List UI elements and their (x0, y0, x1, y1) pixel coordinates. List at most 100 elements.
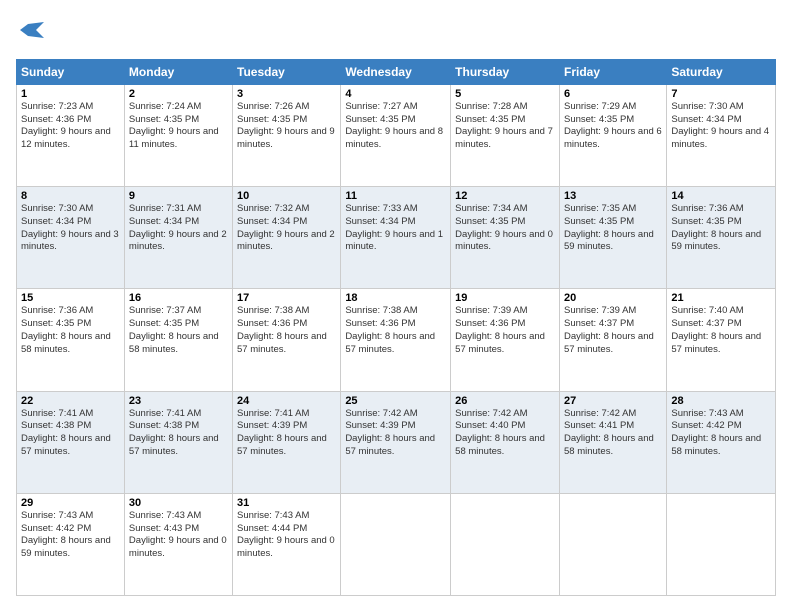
calendar-header-row: SundayMondayTuesdayWednesdayThursdayFrid… (17, 59, 776, 84)
calendar-cell (667, 493, 776, 595)
calendar-week-row: 8 Sunrise: 7:30 AM Sunset: 4:34 PM Dayli… (17, 187, 776, 289)
calendar-cell: 31 Sunrise: 7:43 AM Sunset: 4:44 PM Dayl… (233, 493, 341, 595)
day-number: 21 (671, 292, 771, 304)
day-info: Sunrise: 7:43 AM Sunset: 4:42 PM Dayligh… (21, 510, 120, 561)
day-number: 11 (345, 190, 446, 202)
calendar-cell: 10 Sunrise: 7:32 AM Sunset: 4:34 PM Dayl… (233, 187, 341, 289)
calendar-cell: 16 Sunrise: 7:37 AM Sunset: 4:35 PM Dayl… (124, 289, 232, 391)
day-info: Sunrise: 7:41 AM Sunset: 4:38 PM Dayligh… (21, 408, 120, 459)
day-number: 22 (21, 395, 120, 407)
day-info: Sunrise: 7:43 AM Sunset: 4:43 PM Dayligh… (129, 510, 228, 561)
day-number: 16 (129, 292, 228, 304)
day-info: Sunrise: 7:40 AM Sunset: 4:37 PM Dayligh… (671, 305, 771, 356)
calendar-cell: 21 Sunrise: 7:40 AM Sunset: 4:37 PM Dayl… (667, 289, 776, 391)
calendar-week-row: 22 Sunrise: 7:41 AM Sunset: 4:38 PM Dayl… (17, 391, 776, 493)
day-number: 13 (564, 190, 662, 202)
day-number: 18 (345, 292, 446, 304)
day-number: 26 (455, 395, 555, 407)
day-number: 14 (671, 190, 771, 202)
day-info: Sunrise: 7:43 AM Sunset: 4:42 PM Dayligh… (671, 408, 771, 459)
day-number: 27 (564, 395, 662, 407)
day-number: 20 (564, 292, 662, 304)
day-of-week-sunday: Sunday (17, 59, 125, 84)
day-number: 17 (237, 292, 336, 304)
calendar-cell: 8 Sunrise: 7:30 AM Sunset: 4:34 PM Dayli… (17, 187, 125, 289)
day-info: Sunrise: 7:27 AM Sunset: 4:35 PM Dayligh… (345, 101, 446, 152)
day-number: 1 (21, 88, 120, 100)
calendar-cell: 15 Sunrise: 7:36 AM Sunset: 4:35 PM Dayl… (17, 289, 125, 391)
day-info: Sunrise: 7:41 AM Sunset: 4:39 PM Dayligh… (237, 408, 336, 459)
day-info: Sunrise: 7:41 AM Sunset: 4:38 PM Dayligh… (129, 408, 228, 459)
day-number: 24 (237, 395, 336, 407)
day-info: Sunrise: 7:39 AM Sunset: 4:36 PM Dayligh… (455, 305, 555, 356)
day-info: Sunrise: 7:43 AM Sunset: 4:44 PM Dayligh… (237, 510, 336, 561)
day-info: Sunrise: 7:39 AM Sunset: 4:37 PM Dayligh… (564, 305, 662, 356)
day-info: Sunrise: 7:34 AM Sunset: 4:35 PM Dayligh… (455, 203, 555, 254)
calendar-cell: 12 Sunrise: 7:34 AM Sunset: 4:35 PM Dayl… (451, 187, 560, 289)
calendar-cell: 28 Sunrise: 7:43 AM Sunset: 4:42 PM Dayl… (667, 391, 776, 493)
day-info: Sunrise: 7:38 AM Sunset: 4:36 PM Dayligh… (345, 305, 446, 356)
calendar-week-row: 1 Sunrise: 7:23 AM Sunset: 4:36 PM Dayli… (17, 84, 776, 186)
calendar-cell: 9 Sunrise: 7:31 AM Sunset: 4:34 PM Dayli… (124, 187, 232, 289)
day-info: Sunrise: 7:30 AM Sunset: 4:34 PM Dayligh… (21, 203, 120, 254)
day-info: Sunrise: 7:33 AM Sunset: 4:34 PM Dayligh… (345, 203, 446, 254)
logo (16, 16, 46, 49)
day-number: 25 (345, 395, 446, 407)
day-number: 19 (455, 292, 555, 304)
day-number: 29 (21, 497, 120, 509)
day-info: Sunrise: 7:37 AM Sunset: 4:35 PM Dayligh… (129, 305, 228, 356)
logo-bird-icon (18, 16, 46, 44)
calendar-cell (559, 493, 666, 595)
day-number: 4 (345, 88, 446, 100)
calendar-cell: 7 Sunrise: 7:30 AM Sunset: 4:34 PM Dayli… (667, 84, 776, 186)
calendar-cell: 6 Sunrise: 7:29 AM Sunset: 4:35 PM Dayli… (559, 84, 666, 186)
day-info: Sunrise: 7:31 AM Sunset: 4:34 PM Dayligh… (129, 203, 228, 254)
calendar-week-row: 29 Sunrise: 7:43 AM Sunset: 4:42 PM Dayl… (17, 493, 776, 595)
calendar-cell: 14 Sunrise: 7:36 AM Sunset: 4:35 PM Dayl… (667, 187, 776, 289)
calendar-cell: 27 Sunrise: 7:42 AM Sunset: 4:41 PM Dayl… (559, 391, 666, 493)
day-number: 15 (21, 292, 120, 304)
day-info: Sunrise: 7:24 AM Sunset: 4:35 PM Dayligh… (129, 101, 228, 152)
calendar-cell: 5 Sunrise: 7:28 AM Sunset: 4:35 PM Dayli… (451, 84, 560, 186)
calendar-cell: 26 Sunrise: 7:42 AM Sunset: 4:40 PM Dayl… (451, 391, 560, 493)
day-info: Sunrise: 7:36 AM Sunset: 4:35 PM Dayligh… (671, 203, 771, 254)
day-info: Sunrise: 7:29 AM Sunset: 4:35 PM Dayligh… (564, 101, 662, 152)
day-info: Sunrise: 7:23 AM Sunset: 4:36 PM Dayligh… (21, 101, 120, 152)
day-info: Sunrise: 7:32 AM Sunset: 4:34 PM Dayligh… (237, 203, 336, 254)
day-number: 7 (671, 88, 771, 100)
calendar-cell: 30 Sunrise: 7:43 AM Sunset: 4:43 PM Dayl… (124, 493, 232, 595)
calendar-cell (341, 493, 451, 595)
calendar-cell: 4 Sunrise: 7:27 AM Sunset: 4:35 PM Dayli… (341, 84, 451, 186)
day-info: Sunrise: 7:38 AM Sunset: 4:36 PM Dayligh… (237, 305, 336, 356)
day-number: 10 (237, 190, 336, 202)
calendar-cell: 2 Sunrise: 7:24 AM Sunset: 4:35 PM Dayli… (124, 84, 232, 186)
day-number: 6 (564, 88, 662, 100)
day-number: 30 (129, 497, 228, 509)
calendar-cell: 22 Sunrise: 7:41 AM Sunset: 4:38 PM Dayl… (17, 391, 125, 493)
day-number: 12 (455, 190, 555, 202)
calendar-cell: 23 Sunrise: 7:41 AM Sunset: 4:38 PM Dayl… (124, 391, 232, 493)
page-header (16, 16, 776, 49)
day-of-week-monday: Monday (124, 59, 232, 84)
day-info: Sunrise: 7:30 AM Sunset: 4:34 PM Dayligh… (671, 101, 771, 152)
calendar-cell: 17 Sunrise: 7:38 AM Sunset: 4:36 PM Dayl… (233, 289, 341, 391)
day-info: Sunrise: 7:28 AM Sunset: 4:35 PM Dayligh… (455, 101, 555, 152)
day-number: 2 (129, 88, 228, 100)
calendar-cell: 18 Sunrise: 7:38 AM Sunset: 4:36 PM Dayl… (341, 289, 451, 391)
day-info: Sunrise: 7:36 AM Sunset: 4:35 PM Dayligh… (21, 305, 120, 356)
calendar-cell: 25 Sunrise: 7:42 AM Sunset: 4:39 PM Dayl… (341, 391, 451, 493)
day-number: 28 (671, 395, 771, 407)
day-number: 5 (455, 88, 555, 100)
day-of-week-wednesday: Wednesday (341, 59, 451, 84)
day-info: Sunrise: 7:26 AM Sunset: 4:35 PM Dayligh… (237, 101, 336, 152)
calendar-cell: 3 Sunrise: 7:26 AM Sunset: 4:35 PM Dayli… (233, 84, 341, 186)
day-number: 31 (237, 497, 336, 509)
calendar-cell: 11 Sunrise: 7:33 AM Sunset: 4:34 PM Dayl… (341, 187, 451, 289)
day-info: Sunrise: 7:42 AM Sunset: 4:41 PM Dayligh… (564, 408, 662, 459)
day-of-week-friday: Friday (559, 59, 666, 84)
calendar-cell: 19 Sunrise: 7:39 AM Sunset: 4:36 PM Dayl… (451, 289, 560, 391)
day-info: Sunrise: 7:42 AM Sunset: 4:40 PM Dayligh… (455, 408, 555, 459)
day-number: 8 (21, 190, 120, 202)
day-of-week-tuesday: Tuesday (233, 59, 341, 84)
day-number: 9 (129, 190, 228, 202)
